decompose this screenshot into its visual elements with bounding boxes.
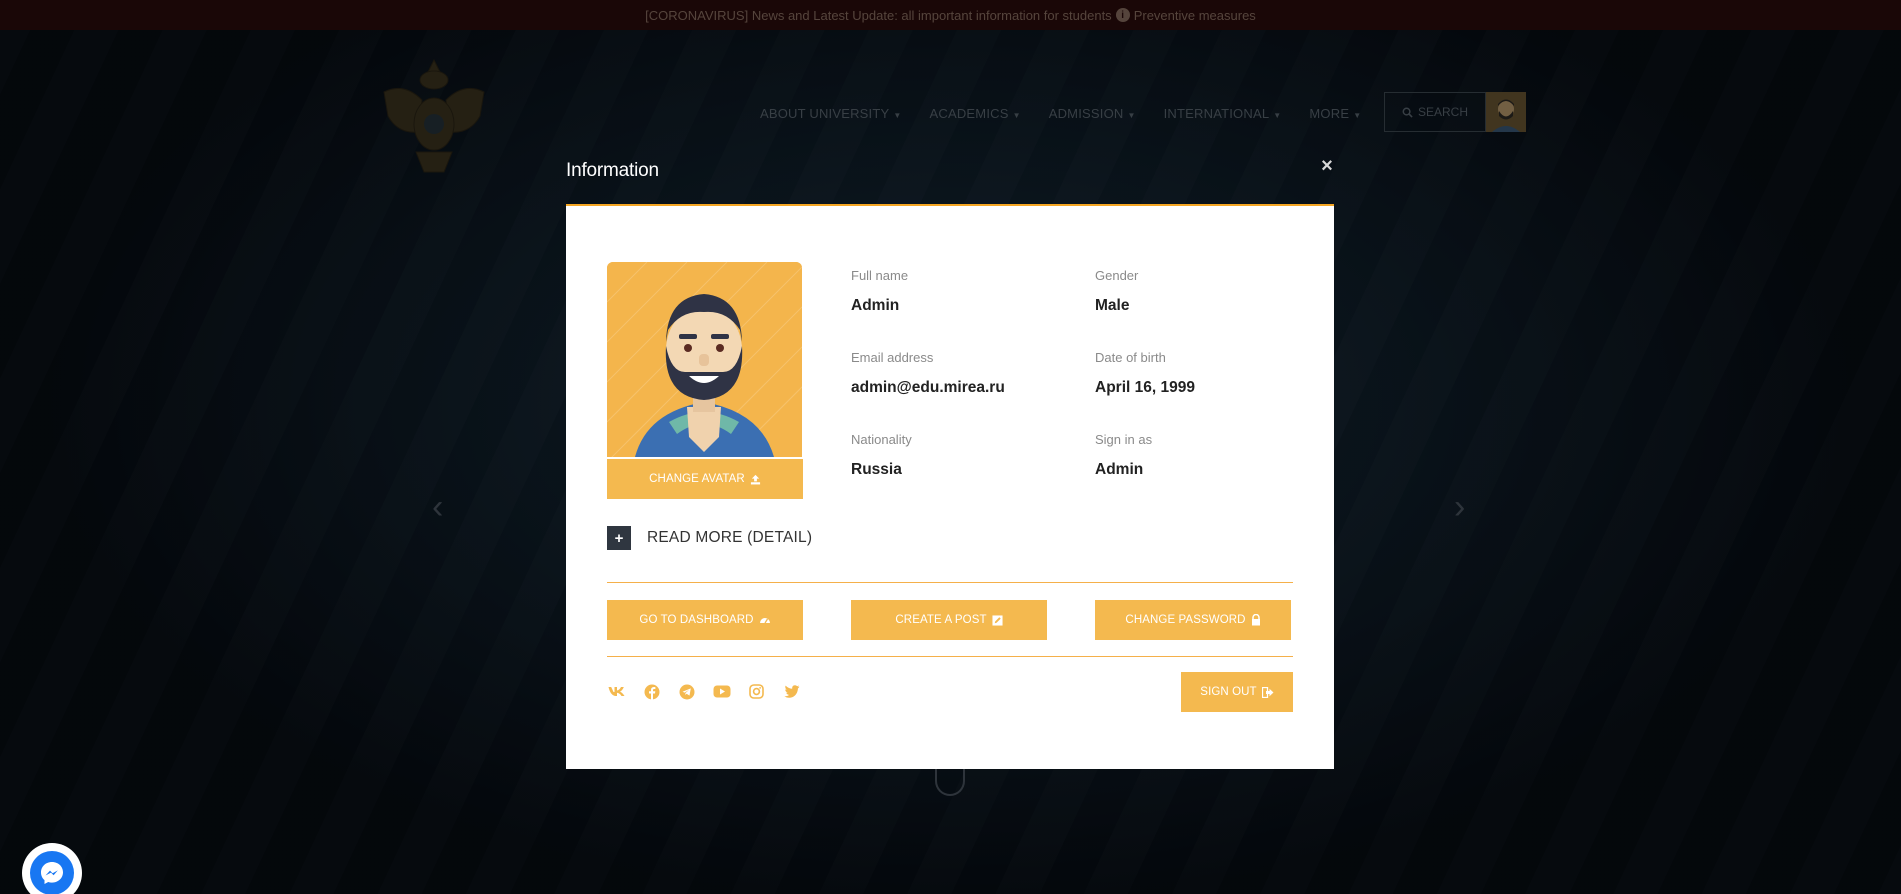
email-label: Email address [851,350,934,365]
gender-label: Gender [1095,268,1139,283]
instagram-icon[interactable] [747,682,766,701]
info-modal: CHANGE AVATAR Full name Admin Gender Mal… [566,204,1334,769]
dashboard-icon [759,618,770,624]
change-password-label: CHANGE PASSWORD [1125,614,1246,626]
facebook-icon[interactable] [642,682,661,701]
change-password-button[interactable]: CHANGE PASSWORD [1095,600,1291,640]
create-post-button[interactable]: CREATE A POST [851,600,1047,640]
telegram-icon[interactable] [677,682,696,701]
profile-avatar [607,262,802,457]
messenger-icon [30,851,74,894]
social-links [607,682,801,701]
upload-icon [750,474,760,484]
dob-label: Date of birth [1095,350,1166,365]
divider-bottom [607,656,1293,657]
modal-title: Information [566,160,659,181]
create-post-label: CREATE A POST [895,614,987,626]
read-more-toggle[interactable]: + READ MORE (DETAIL) [607,526,812,550]
gender-value: Male [1095,297,1130,314]
close-icon[interactable]: × [1318,156,1336,176]
go-to-dashboard-button[interactable]: GO TO DASHBOARD [607,600,803,640]
role-value: Admin [1095,461,1144,478]
full-name-label: Full name [851,268,909,283]
plus-icon: + [607,526,631,550]
youtube-icon[interactable] [712,682,731,701]
edit-icon [992,614,1003,626]
change-avatar-label: CHANGE AVATAR [649,473,745,485]
sign-out-icon [1261,686,1274,698]
nationality-value: Russia [851,461,902,478]
messenger-chat-button[interactable] [22,843,82,894]
change-avatar-button[interactable]: CHANGE AVATAR [607,459,803,499]
sign-out-button[interactable]: SIGN OUT [1181,672,1293,712]
dob-value: April 16, 1999 [1095,379,1195,396]
nationality-label: Nationality [851,432,912,447]
twitter-icon[interactable] [782,682,801,701]
vk-icon[interactable] [607,682,626,701]
dashboard-label: GO TO DASHBOARD [639,614,754,626]
lock-icon [1251,614,1260,626]
full-name-value: Admin [851,297,900,314]
read-more-label: READ MORE (DETAIL) [647,529,813,546]
role-label: Sign in as [1095,432,1153,447]
sign-out-label: SIGN OUT [1200,686,1257,698]
divider-top [607,582,1293,583]
email-value: admin@edu.mirea.ru [851,379,1005,396]
